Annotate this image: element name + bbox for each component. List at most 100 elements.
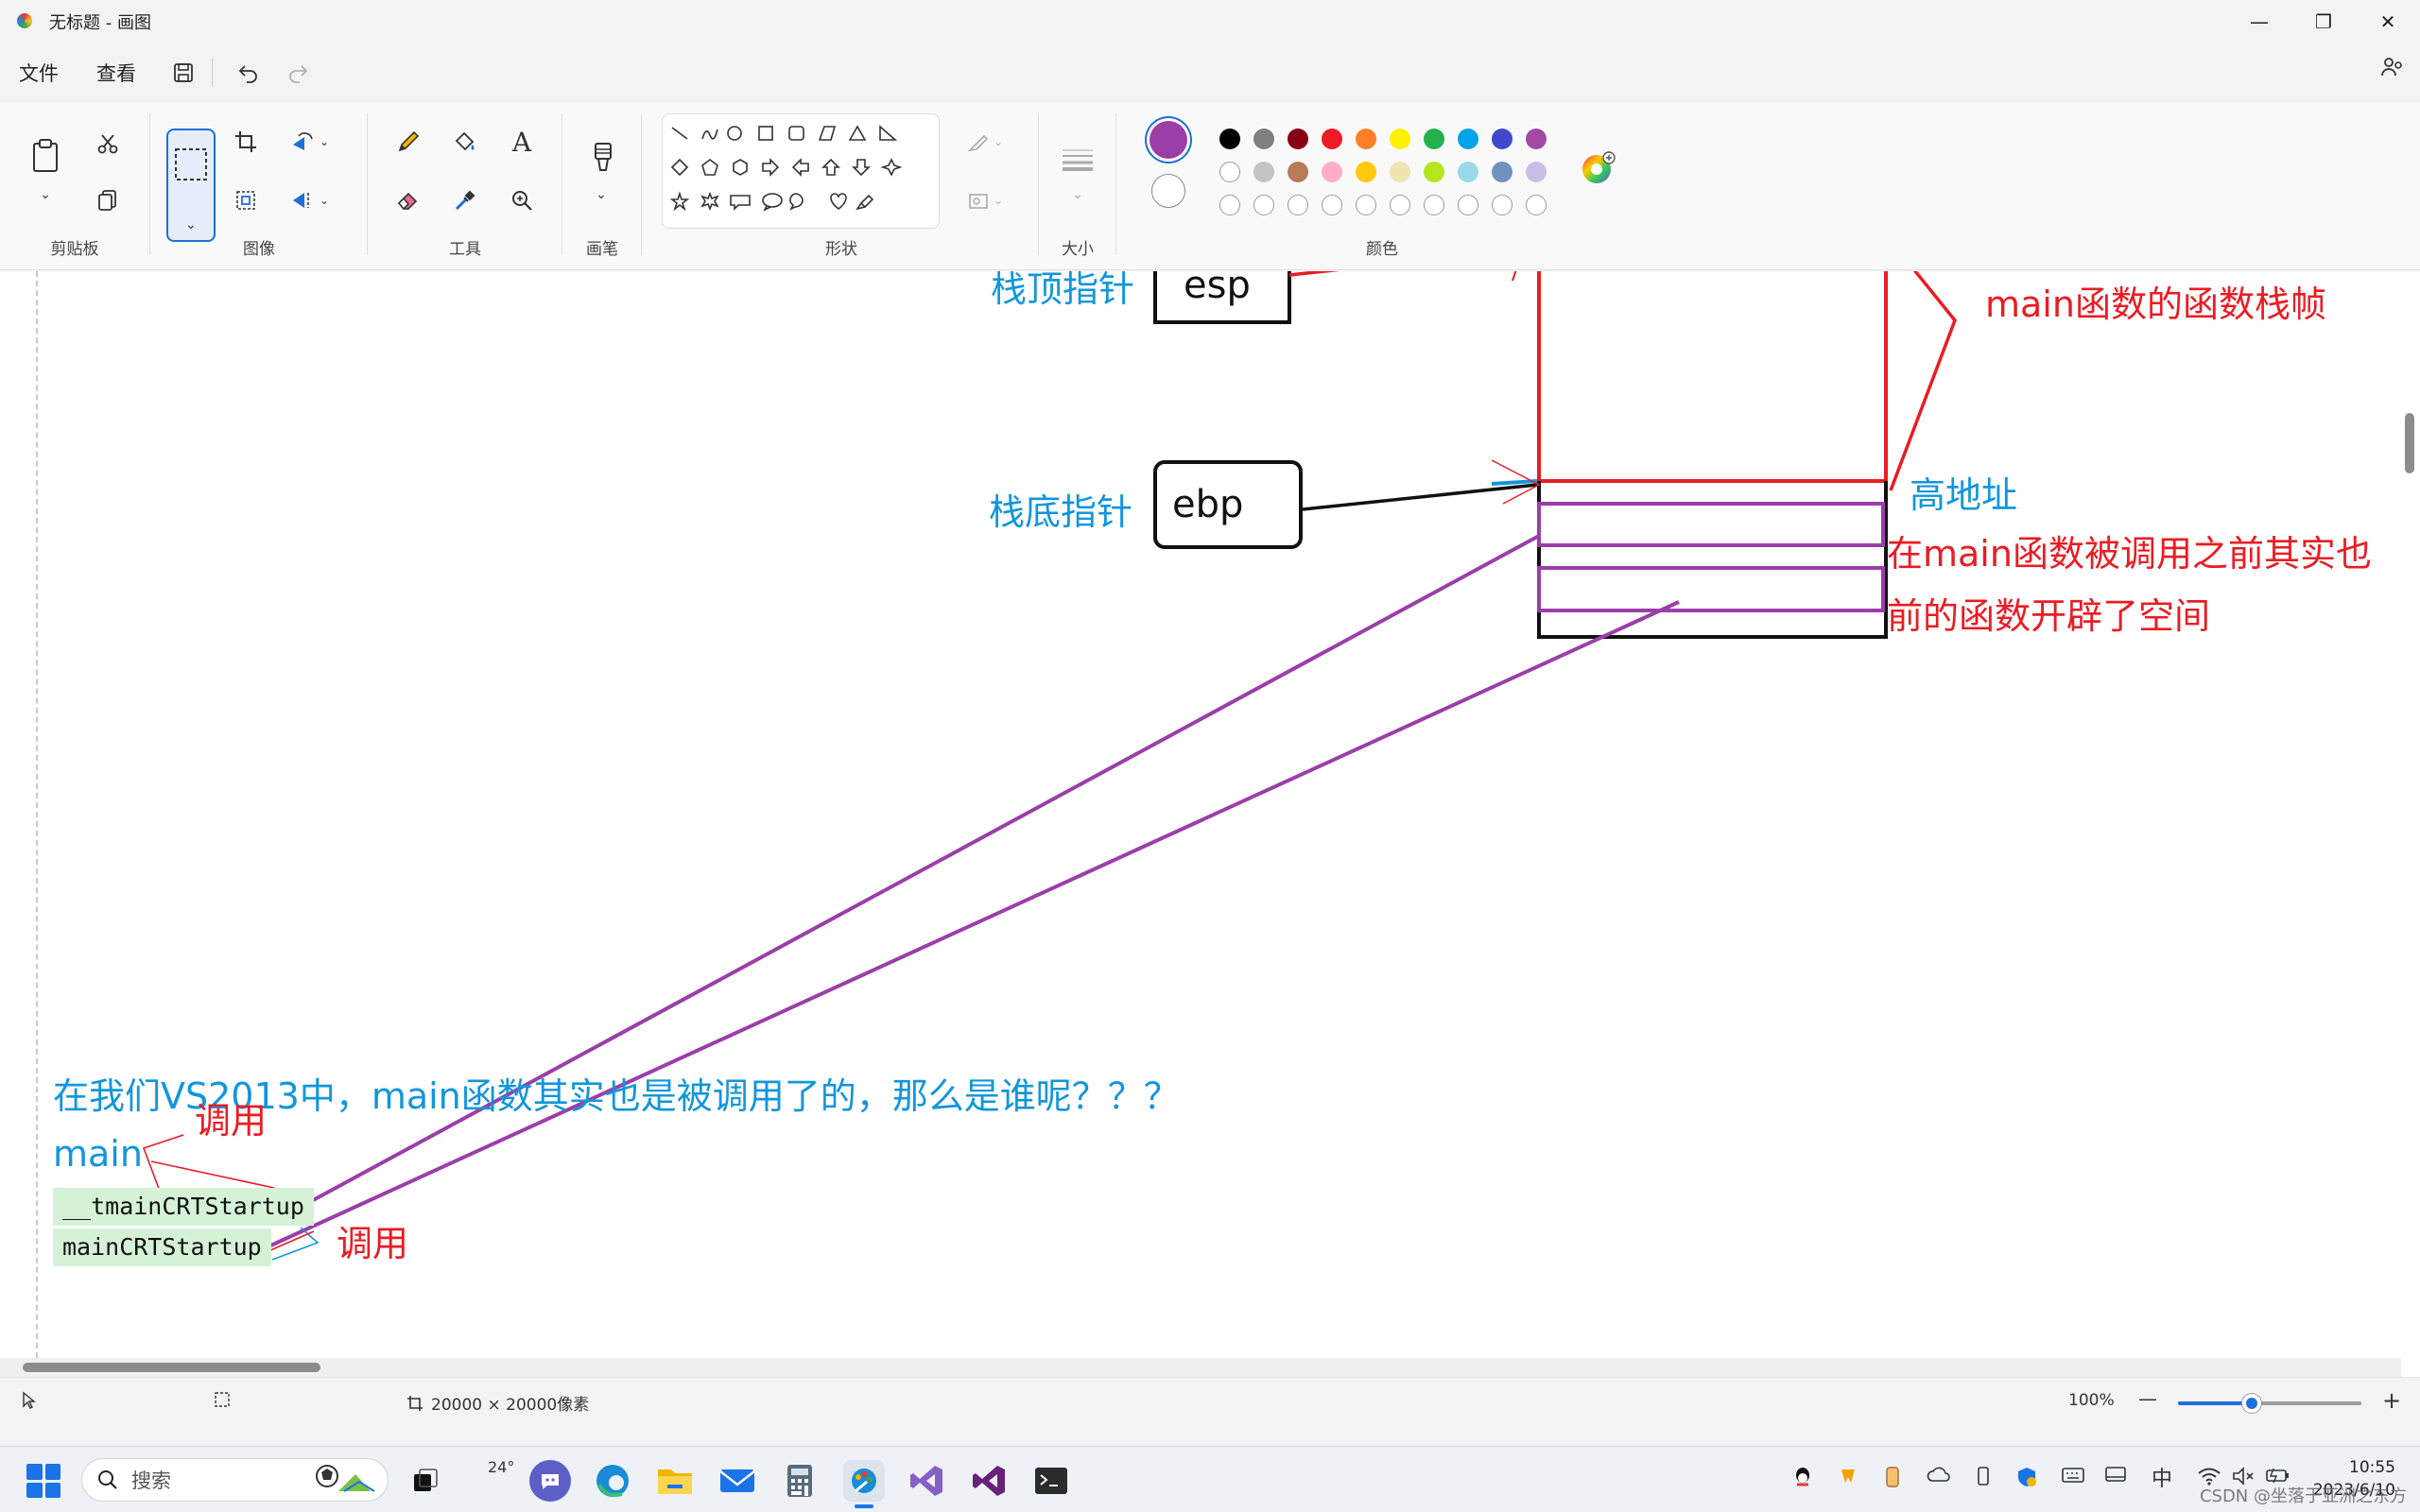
size-label: 大小: [1062, 240, 1094, 259]
task-view-icon[interactable]: [405, 1460, 446, 1502]
horizontal-scrollbar-thumb[interactable]: [23, 1363, 320, 1372]
slot-maincrt: [1537, 566, 1885, 612]
mail-icon[interactable]: [717, 1460, 758, 1502]
touch-keyboard-icon[interactable]: [2104, 1466, 2127, 1489]
palette-swatch[interactable]: [1253, 162, 1274, 182]
tmain-crt-startup: __tmainCRTStartup: [53, 1188, 314, 1226]
palette-swatch[interactable]: [1288, 129, 1308, 149]
edge-browser-icon[interactable]: [592, 1460, 633, 1502]
custom-color-slot[interactable]: [1492, 195, 1512, 215]
shapes-gallery: [662, 113, 940, 229]
teams-chat-icon[interactable]: [529, 1460, 571, 1502]
menu-file[interactable]: 文件: [0, 59, 78, 87]
zoom-slider[interactable]: [2178, 1394, 2361, 1413]
visual-studio-icon[interactable]: [906, 1460, 947, 1502]
outline-icon[interactable]: ⌄: [959, 123, 1011, 161]
zoom-in-button[interactable]: +: [2382, 1387, 2401, 1414]
tray-app2-icon[interactable]: [1883, 1466, 1902, 1493]
menu-view[interactable]: 查看: [78, 59, 155, 87]
usb-device-icon[interactable]: [1974, 1466, 1993, 1493]
minimize-button[interactable]: —: [2227, 0, 2291, 43]
palette-swatch[interactable]: [1219, 129, 1240, 149]
color-2-swatch[interactable]: [1151, 174, 1185, 208]
custom-color-slot[interactable]: [1356, 195, 1376, 215]
palette-swatch[interactable]: [1356, 162, 1376, 182]
palette-swatch[interactable]: [1424, 162, 1444, 182]
title-bar: 无标题 - 画图 — ❐ ✕: [0, 0, 2420, 43]
canvas-area[interactable]: 栈顶指针 esp main函数的函数栈帧 栈底指针 ebp 高地址 在main函…: [0, 271, 2420, 1377]
palette-swatch[interactable]: [1492, 129, 1512, 149]
menu-bar: 文件 查看: [0, 43, 2420, 102]
palette-swatch[interactable]: [1253, 129, 1274, 149]
palette-swatch[interactable]: [1424, 129, 1444, 149]
ime-indicator[interactable]: 中: [2152, 1462, 2172, 1492]
slot-tmain: [1537, 502, 1885, 547]
edit-colors-icon[interactable]: [1579, 149, 1616, 187]
shapes-label: 形状: [825, 240, 857, 259]
palette-swatch[interactable]: [1458, 129, 1478, 149]
ribbon-separator: [1038, 113, 1039, 255]
custom-color-slot[interactable]: [1322, 195, 1342, 215]
palette-swatch[interactable]: [1322, 162, 1342, 182]
custom-color-slot[interactable]: [1458, 195, 1478, 215]
horizontal-scrollbar[interactable]: [0, 1358, 2401, 1377]
qq-icon[interactable]: [1792, 1466, 1813, 1493]
color-1-swatch[interactable]: [1150, 121, 1187, 159]
vertical-scrollbar[interactable]: [2405, 413, 2414, 473]
custom-color-slot[interactable]: [1390, 195, 1410, 215]
palette-swatch[interactable]: [1526, 162, 1547, 182]
security-icon[interactable]: [2015, 1466, 2038, 1493]
paint-app-icon: [15, 11, 36, 32]
close-button[interactable]: ✕: [2356, 0, 2420, 43]
weather-widget[interactable]: 24°: [488, 1458, 514, 1476]
paint-taskbar-icon[interactable]: [843, 1460, 885, 1502]
start-button[interactable]: [26, 1464, 60, 1498]
palette-swatch[interactable]: [1288, 162, 1308, 182]
ebp-arrow: [1302, 483, 1538, 511]
zoom-out-button[interactable]: —: [2138, 1387, 2157, 1410]
canvas-size-icon: [407, 1395, 423, 1411]
keyboard-icon[interactable]: [2061, 1466, 2085, 1489]
ebp-register: ebp: [1172, 483, 1244, 526]
search-icon: [98, 1470, 117, 1489]
cursor-position-icon: [21, 1391, 38, 1410]
file-explorer-icon[interactable]: [654, 1460, 696, 1502]
custom-color-slot[interactable]: [1526, 195, 1547, 215]
size-dropdown-icon[interactable]: ⌄: [1057, 183, 1098, 206]
esp-register: esp: [1184, 271, 1251, 307]
calculator-icon[interactable]: [779, 1460, 821, 1502]
undo-icon[interactable]: [228, 52, 269, 94]
onedrive-icon[interactable]: [1927, 1466, 1951, 1489]
palette-swatch[interactable]: [1492, 162, 1512, 182]
zoom-slider-thumb[interactable]: [2242, 1394, 2261, 1413]
link-line-maincrt: [266, 600, 1680, 1249]
custom-color-slot[interactable]: [1253, 195, 1274, 215]
palette-swatch[interactable]: [1526, 129, 1547, 149]
taskbar-search[interactable]: 搜索: [81, 1458, 389, 1502]
palette-swatch[interactable]: [1322, 129, 1342, 149]
save-icon[interactable]: [163, 52, 204, 94]
size-icon[interactable]: [1057, 140, 1098, 178]
terminal-icon[interactable]: [1030, 1460, 1072, 1502]
shapes-group: ⌄ ⌄ 形状: [0, 102, 1040, 270]
custom-color-slot[interactable]: [1288, 195, 1308, 215]
high-address-label: 高地址: [1910, 474, 2018, 516]
palette-swatch[interactable]: [1219, 162, 1240, 182]
tray-app-icon[interactable]: [1838, 1466, 1858, 1491]
colors-label: 颜色: [1366, 240, 1398, 259]
share-icon[interactable]: [2380, 55, 2405, 85]
ribbon-separator: [1115, 113, 1116, 255]
palette-swatch[interactable]: [1458, 162, 1478, 182]
visual-studio-2-icon[interactable]: [968, 1460, 1010, 1502]
frame-label: main函数的函数栈帧: [1985, 284, 2326, 325]
colors-group: 颜色: [1117, 102, 1647, 270]
palette-swatch[interactable]: [1390, 162, 1410, 182]
custom-color-slot[interactable]: [1219, 195, 1240, 215]
shape-icons[interactable]: [663, 114, 941, 230]
palette-swatch[interactable]: [1356, 129, 1376, 149]
palette-swatch[interactable]: [1390, 129, 1410, 149]
fill-shape-icon[interactable]: ⌄: [959, 181, 1011, 219]
custom-color-slot[interactable]: [1424, 195, 1444, 215]
redo-icon[interactable]: [277, 52, 319, 94]
maximize-button[interactable]: ❐: [2291, 0, 2356, 43]
